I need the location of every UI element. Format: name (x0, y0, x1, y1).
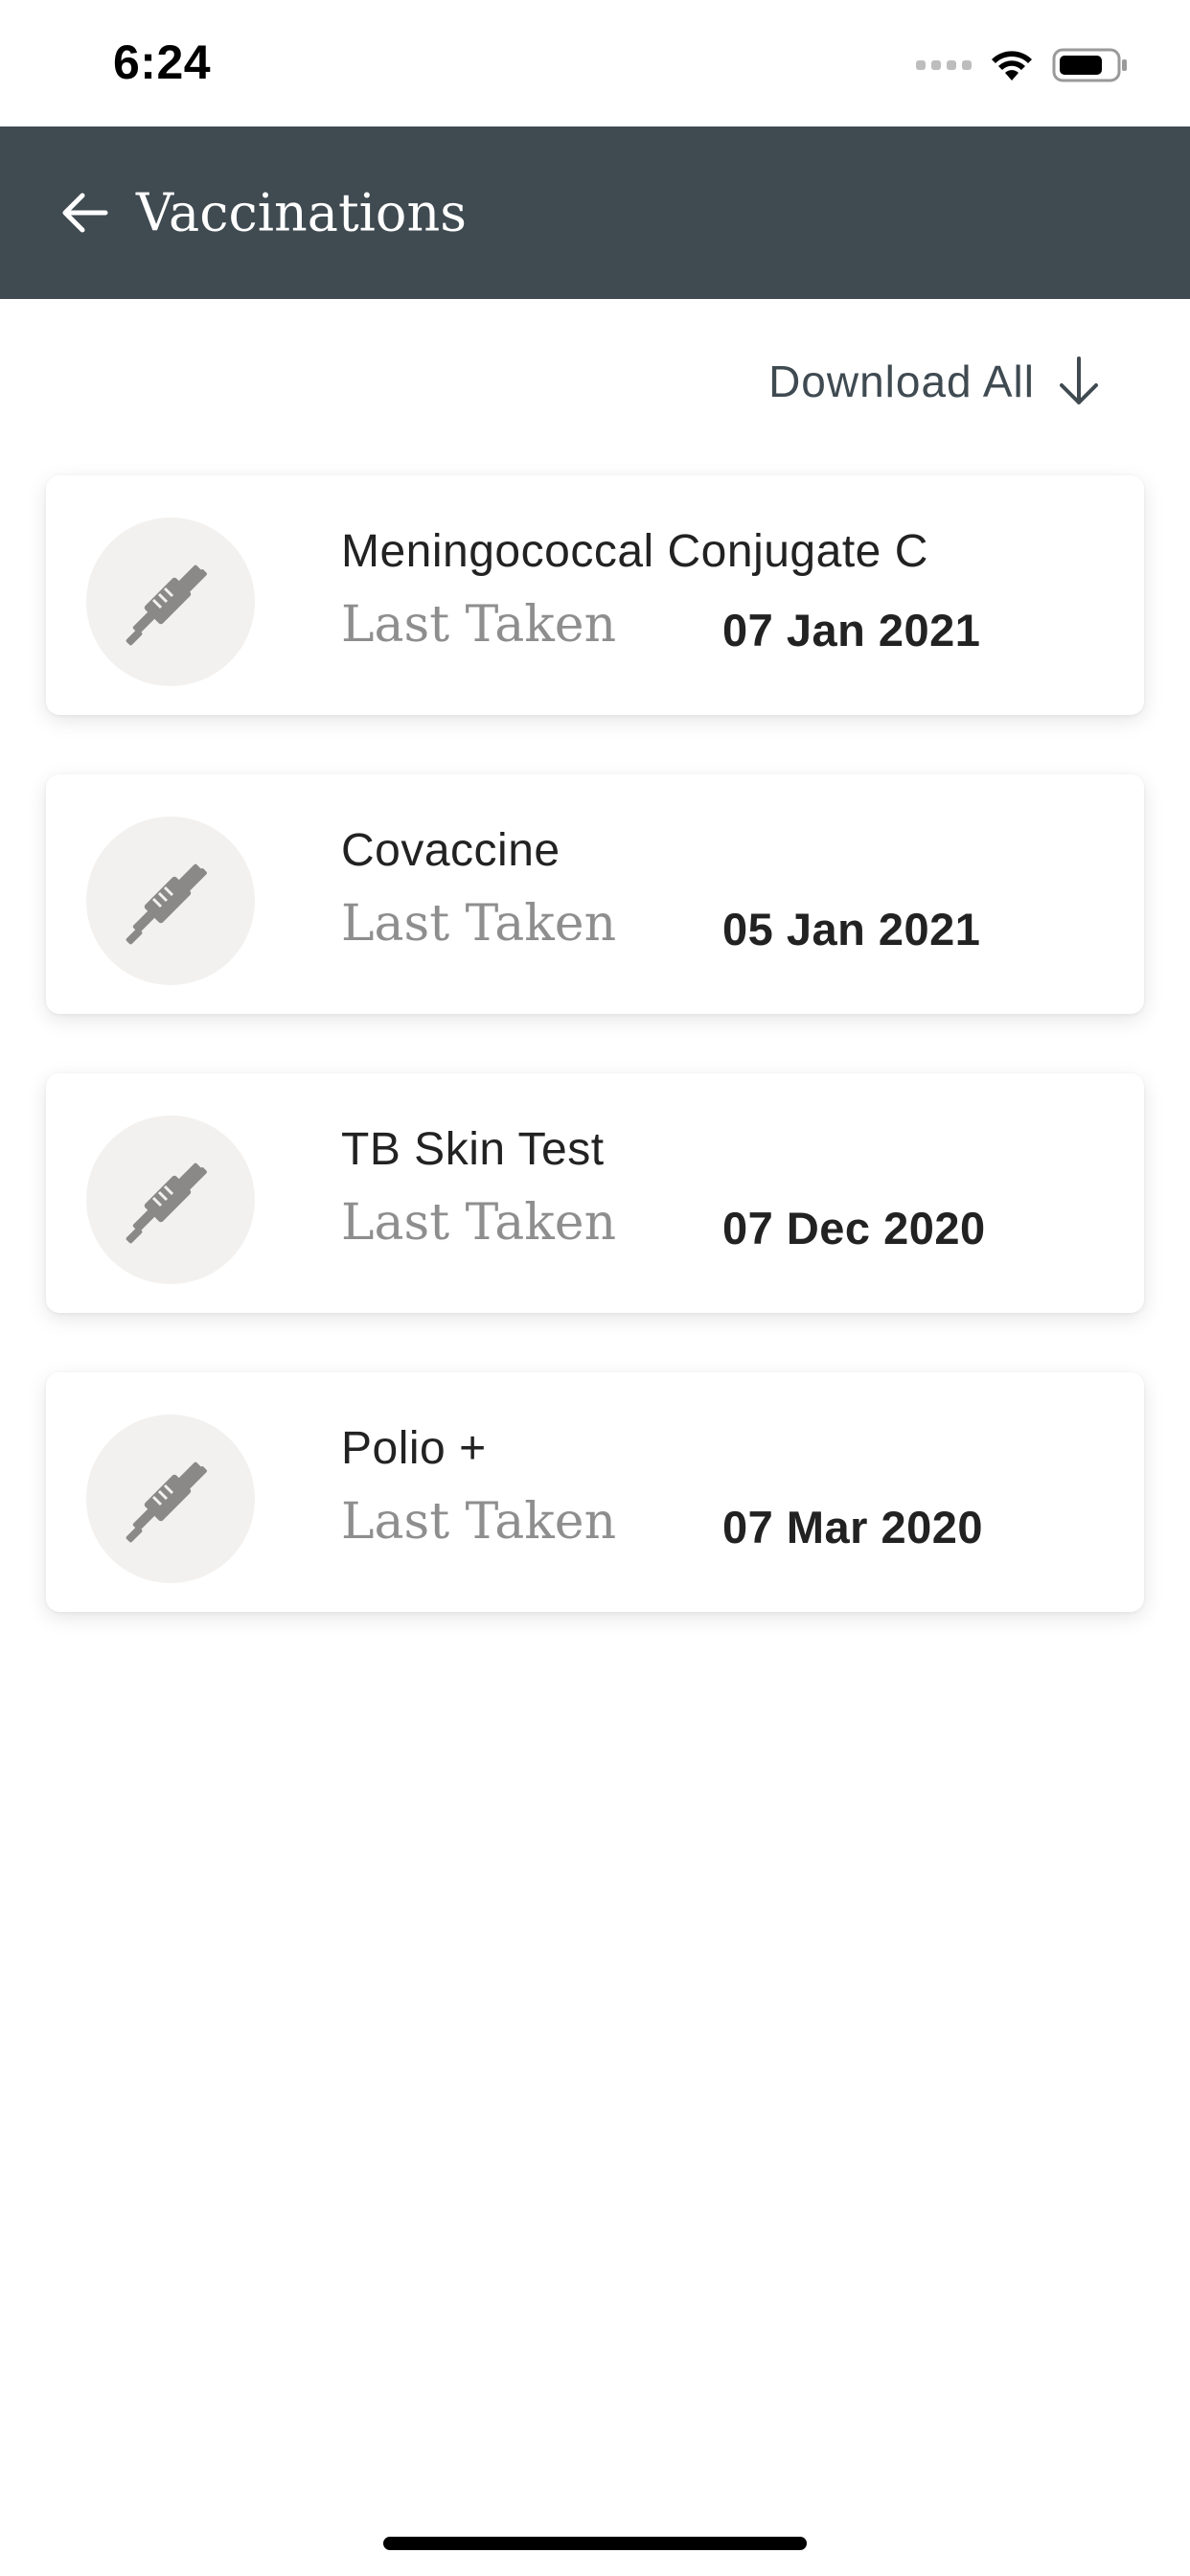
icon-circle (86, 1116, 255, 1284)
status-time: 6:24 (113, 35, 212, 89)
syringe-icon (126, 1461, 207, 1543)
icon-circle (86, 816, 255, 985)
last-taken-date: 07 Dec 2020 (722, 1203, 986, 1254)
icon-circle (86, 518, 255, 686)
last-taken-date: 07 Jan 2021 (722, 605, 981, 656)
vaccine-name: Polio + (341, 1423, 487, 1474)
last-taken-date: 07 Mar 2020 (722, 1502, 984, 1552)
vaccination-card[interactable]: TB Skin Test Last Taken 07 Dec 2020 (46, 1073, 1144, 1313)
syringe-icon (126, 564, 207, 646)
back-button[interactable] (54, 182, 115, 243)
arrow-down-icon (1060, 356, 1098, 404)
last-taken-label: Last Taken (341, 1194, 617, 1252)
page-title: Vaccinations (136, 182, 467, 243)
battery-icon (1052, 48, 1127, 82)
status-bar: 6:24 (0, 0, 1190, 126)
vaccine-name: TB Skin Test (341, 1124, 605, 1175)
last-taken-date: 05 Jan 2021 (722, 904, 981, 954)
icon-circle (86, 1414, 255, 1583)
vaccination-card[interactable]: Polio + Last Taken 07 Mar 2020 (46, 1372, 1144, 1612)
last-taken-label: Last Taken (341, 1493, 617, 1551)
last-taken-label: Last Taken (341, 596, 617, 654)
arrow-left-icon (62, 193, 108, 233)
vaccination-card[interactable]: Meningococcal Conjugate C Last Taken 07 … (46, 475, 1144, 715)
syringe-icon (126, 863, 207, 945)
last-taken-label: Last Taken (341, 895, 617, 953)
vaccine-name: Meningococcal Conjugate C (341, 526, 928, 577)
syringe-icon (126, 1162, 207, 1244)
download-all-label: Download All (768, 356, 1035, 406)
status-icons (916, 42, 1129, 88)
signal-dots-icon (916, 60, 972, 70)
vaccination-card[interactable]: Covaccine Last Taken 05 Jan 2021 (46, 774, 1144, 1014)
wifi-icon (992, 51, 1032, 80)
home-indicator[interactable] (383, 2537, 807, 2550)
vaccination-list: Meningococcal Conjugate C Last Taken 07 … (46, 475, 1144, 1671)
app-header: Vaccinations (0, 126, 1190, 299)
download-all-button[interactable]: Download All (768, 355, 1102, 408)
vaccine-name: Covaccine (341, 825, 561, 876)
vaccinations-screen: 6:24 Vaccinations Download All Meningoco… (0, 0, 1190, 2576)
